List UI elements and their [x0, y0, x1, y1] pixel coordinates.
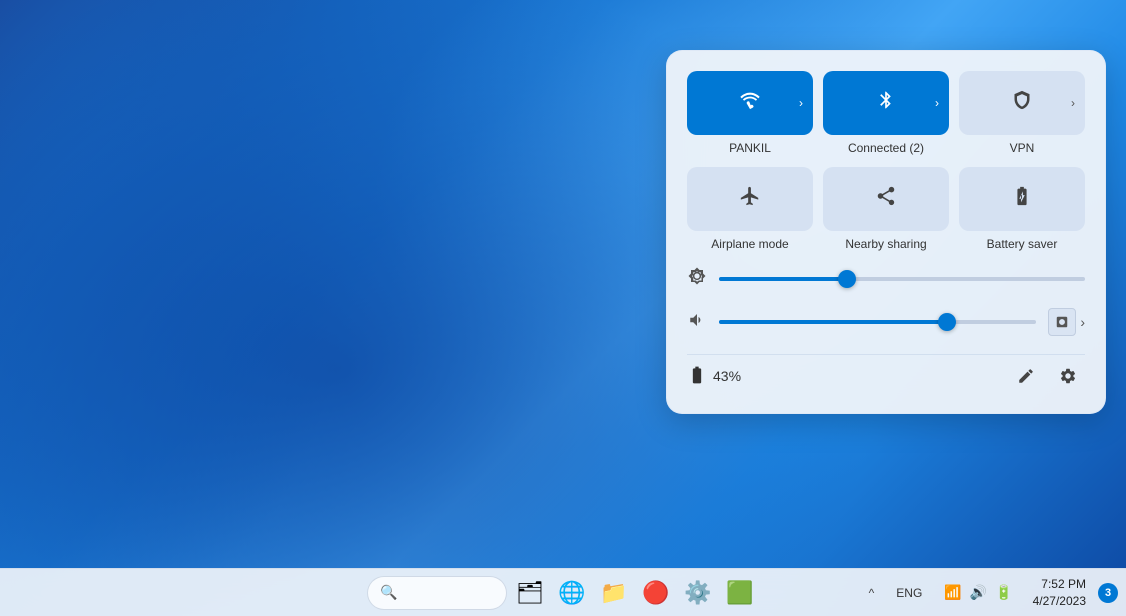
toggle-row-2: Airplane mode Nearby sharing Bat [687, 167, 1085, 251]
bluetooth-icon [876, 89, 896, 117]
vpn-shield-icon [1012, 89, 1032, 117]
battery-saver-label: Battery saver [987, 237, 1058, 251]
sound-device-button[interactable] [1048, 308, 1076, 336]
airplane-mode-label: Airplane mode [711, 237, 788, 251]
wifi-label: PANKIL [729, 141, 771, 155]
volume-fill [719, 320, 947, 324]
clock-area[interactable]: 7:52 PM 4/27/2023 [1027, 574, 1092, 612]
battery-percentage: 43% [713, 368, 741, 384]
volume-icon [687, 311, 707, 334]
taskbar-app-chrome[interactable]: 🌐 [553, 574, 591, 612]
bluetooth-label: Connected (2) [848, 141, 924, 155]
vpn-toggle-wrap: › VPN [959, 71, 1085, 155]
wifi-tray-icon: 📶 [944, 584, 961, 601]
battery-info: 43% [687, 365, 741, 388]
brightness-row [687, 267, 1085, 290]
bluetooth-toggle-wrap: › Connected (2) [823, 71, 949, 155]
brightness-track [719, 277, 1085, 281]
panel-bottom: 43% [687, 354, 1085, 393]
taskbar-app-red[interactable]: 🔴 [637, 574, 675, 612]
clock-time: 7:52 PM [1041, 576, 1086, 593]
clock-date: 4/27/2023 [1033, 593, 1086, 610]
wifi-toggle-button[interactable]: › [687, 71, 813, 135]
airplane-toggle-wrap: Airplane mode [687, 167, 813, 251]
brightness-thumb[interactable] [838, 270, 856, 288]
battery-icon [687, 365, 707, 388]
airplane-mode-button[interactable] [687, 167, 813, 231]
nearby-sharing-button[interactable] [823, 167, 949, 231]
vpn-label: VPN [1010, 141, 1035, 155]
vpn-toggle-button[interactable]: › [959, 71, 1085, 135]
taskbar-app-green[interactable]: 🟩 [721, 574, 759, 612]
battery-saver-icon [1011, 185, 1033, 213]
volume-row: › [687, 308, 1085, 336]
panel-actions [1009, 359, 1085, 393]
edit-quick-settings-button[interactable] [1009, 359, 1043, 393]
bluetooth-chevron-icon: › [935, 96, 939, 110]
vpn-chevron-icon: › [1071, 96, 1075, 110]
volume-thumb[interactable] [938, 313, 956, 331]
taskbar-right: ^ ENG 📶 🔊 🔋 7:52 PM 4/27/2023 3 [861, 574, 1118, 612]
chevron-up-icon: ^ [869, 586, 875, 600]
wifi-chevron-icon: › [799, 96, 803, 110]
airplane-icon [739, 185, 761, 213]
system-tray-hidden-icons[interactable]: ^ [861, 582, 883, 604]
nearby-sharing-toggle-wrap: Nearby sharing [823, 167, 949, 251]
toggle-row-1: › PANKIL › Connected (2) [687, 71, 1085, 155]
volume-device-chevron-icon: › [1080, 314, 1085, 330]
brightness-slider-container [719, 269, 1085, 289]
language-label: ENG [896, 586, 922, 600]
battery-tray-icon: 🔋 [995, 584, 1012, 601]
battery-saver-button[interactable] [959, 167, 1085, 231]
bluetooth-toggle-button[interactable]: › [823, 71, 949, 135]
battery-saver-toggle-wrap: Battery saver [959, 167, 1085, 251]
quick-settings-panel: › PANKIL › Connected (2) [666, 50, 1106, 414]
brightness-section: › [687, 267, 1085, 336]
taskbar-app-files-explorer[interactable]: 🗂 [511, 574, 549, 612]
notification-badge[interactable]: 3 [1098, 583, 1118, 603]
taskbar-search[interactable]: 🔍 [367, 576, 507, 610]
wifi-toggle-wrap: › PANKIL [687, 71, 813, 155]
brightness-icon [687, 267, 707, 290]
nearby-sharing-label: Nearby sharing [845, 237, 926, 251]
wifi-icon [739, 89, 761, 117]
brightness-fill [719, 277, 847, 281]
taskbar: 🔍 🗂 🌐 📁 🔴 ⚙️ 🟩 ^ ENG 📶 🔊 🔋 7:52 PM 4/27/… [0, 568, 1126, 616]
volume-tray-icon: 🔊 [970, 584, 987, 601]
volume-device-controls: › [1048, 308, 1085, 336]
taskbar-center: 🔍 🗂 🌐 📁 🔴 ⚙️ 🟩 [367, 574, 759, 612]
nearby-sharing-icon [875, 185, 897, 213]
system-tray-language[interactable]: ENG [888, 582, 930, 604]
notification-count: 3 [1105, 587, 1111, 599]
taskbar-app-file-manager[interactable]: 📁 [595, 574, 633, 612]
volume-slider-container [719, 312, 1036, 332]
search-icon: 🔍 [380, 584, 397, 601]
system-tray-network-volume-battery[interactable]: 📶 🔊 🔋 [936, 580, 1020, 605]
taskbar-app-settings[interactable]: ⚙️ [679, 574, 717, 612]
open-settings-button[interactable] [1051, 359, 1085, 393]
volume-track [719, 320, 1036, 324]
